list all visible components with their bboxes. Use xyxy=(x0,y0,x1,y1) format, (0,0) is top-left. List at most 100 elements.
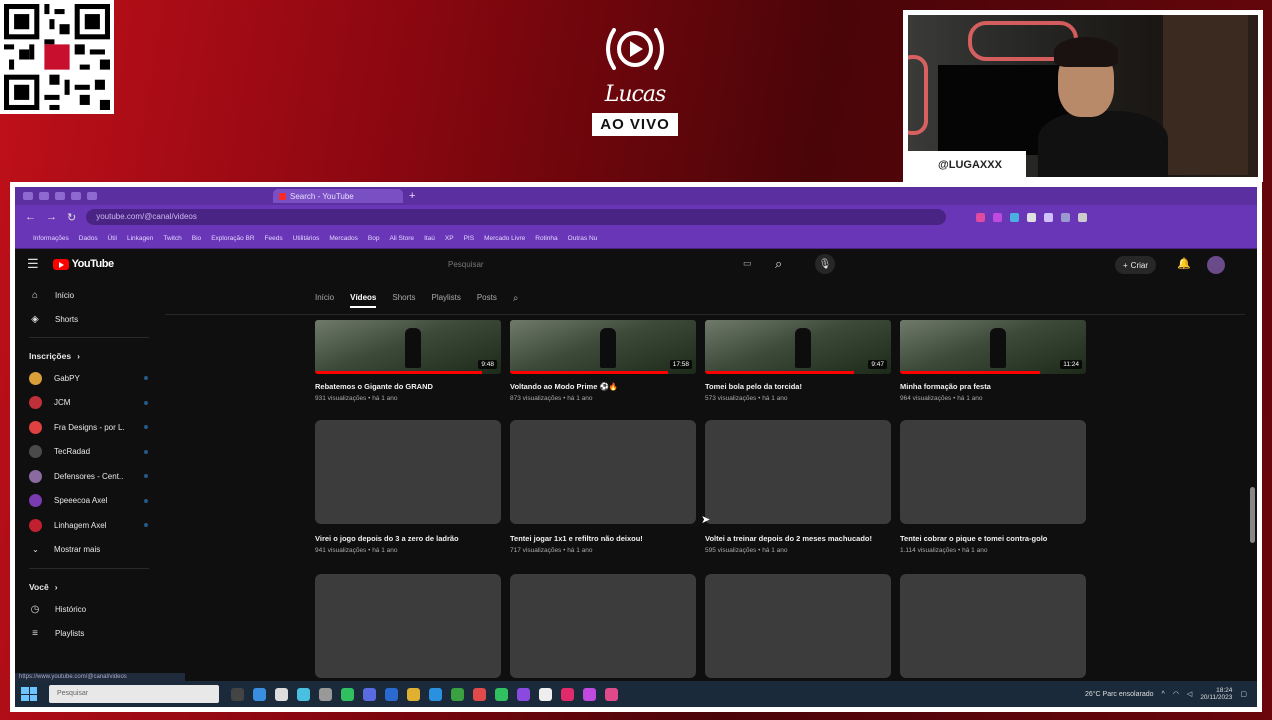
bookmark-item[interactable]: Ali Store xyxy=(389,235,414,242)
video-thumbnail[interactable]: 9:47 xyxy=(705,320,891,374)
video-card[interactable]: Tentei cobrar o pique e tomei contra-gol… xyxy=(900,420,1086,554)
video-card[interactable]: Voltei a treinar depois do 2 meses machu… xyxy=(705,420,891,554)
bookmark-item[interactable]: XP xyxy=(445,235,454,242)
create-button[interactable]: + Criar xyxy=(1115,256,1157,274)
back-arrow-icon[interactable]: ← xyxy=(25,211,36,223)
bookmark-item[interactable]: Rotinha xyxy=(535,235,557,242)
wifi-icon[interactable]: ◠ xyxy=(1173,690,1179,698)
video-thumbnail[interactable] xyxy=(705,574,891,678)
sidebar-item-home[interactable]: ⌂ Início xyxy=(29,283,155,307)
bookmark-item[interactable]: Mercado Livre xyxy=(484,235,525,242)
pinned-tab[interactable] xyxy=(87,192,97,200)
video-thumbnail[interactable] xyxy=(315,420,501,524)
word-icon[interactable] xyxy=(385,687,398,701)
photos-icon[interactable] xyxy=(297,687,310,701)
bookmark-item[interactable]: Dados xyxy=(79,235,98,242)
video-thumbnail[interactable]: 11:24 xyxy=(900,320,1086,374)
reload-icon[interactable]: ↻ xyxy=(67,211,76,224)
sidebar-subscription-item[interactable]: Defensores - Cent... xyxy=(29,464,155,489)
search-icon[interactable]: ⌕ xyxy=(775,256,782,272)
video-card[interactable]: Virei o jogo depois do 3 a zero de ladrã… xyxy=(315,420,501,554)
bookmark-item[interactable]: PIS xyxy=(464,235,474,242)
video-card[interactable]: 17:58 Voltando ao Modo Prime ⚽🔥 873 visual… xyxy=(510,320,696,402)
spotify-icon[interactable] xyxy=(495,687,508,701)
app-icon[interactable] xyxy=(561,687,574,701)
menu-icon[interactable]: ☰ xyxy=(27,256,39,272)
video-card[interactable]: 9:48 Rebatemos o Gigante do GRAND 931 visu… xyxy=(315,320,501,402)
sidebar-section-subscriptions[interactable]: Inscrições › xyxy=(29,346,155,366)
chrome-icon[interactable] xyxy=(275,687,288,701)
tray-chevron-icon[interactable]: ^ xyxy=(1162,691,1165,698)
video-title[interactable]: Minha formação pra festa xyxy=(900,382,1086,391)
active-tab[interactable]: Search - YouTube xyxy=(273,189,403,203)
bookmark-item[interactable]: Feeds xyxy=(265,235,283,242)
video-title[interactable]: Tentei jogar 1x1 e refiltro não deixou! xyxy=(510,534,696,543)
notifications-bell-icon[interactable]: 🔔 xyxy=(1177,257,1191,270)
video-title[interactable]: Voltando ao Modo Prime ⚽🔥 xyxy=(510,382,696,391)
bookmark-item[interactable]: Informações xyxy=(33,235,69,242)
pinned-tab[interactable] xyxy=(39,192,49,200)
bookmark-item[interactable]: Utilitários xyxy=(293,235,320,242)
extension-icon[interactable] xyxy=(1044,212,1054,222)
sidebar-item-shorts[interactable]: ◈ Shorts xyxy=(29,307,155,331)
search-input[interactable]: Pesquisar xyxy=(440,255,760,275)
microphone-icon[interactable]: 🎙 xyxy=(815,254,835,274)
channel-search-icon[interactable]: ⌕ xyxy=(513,293,519,308)
video-card[interactable] xyxy=(315,574,501,678)
video-title[interactable]: Tomei bola pelo da torcida! xyxy=(705,382,891,391)
discord-icon[interactable] xyxy=(363,687,376,701)
app-icon[interactable] xyxy=(605,687,618,701)
extension-icon[interactable] xyxy=(1010,212,1020,222)
bookmark-item[interactable]: Twitch xyxy=(163,235,181,242)
profile-icon[interactable] xyxy=(1078,212,1088,222)
bookmark-item[interactable]: Outras Nu xyxy=(568,235,598,242)
bookmark-item[interactable]: Útil xyxy=(108,235,117,242)
url-field[interactable]: youtube.com/@canal/videos xyxy=(86,209,947,225)
video-card[interactable]: 9:47 Tomei bola pelo da torcida! 573 visua… xyxy=(705,320,891,402)
edge-icon[interactable] xyxy=(253,687,266,701)
cast-icon[interactable]: ▭ xyxy=(743,258,752,269)
sidebar-section-you[interactable]: Você › xyxy=(29,577,155,597)
taskbar-clock[interactable]: 18:24 20/11/2023 xyxy=(1200,687,1232,702)
video-thumbnail[interactable] xyxy=(510,420,696,524)
video-title[interactable]: Rebatemos o Gigante do GRAND xyxy=(315,382,501,391)
channel-tab[interactable]: Posts xyxy=(477,293,497,308)
video-card[interactable]: 11:24 Minha formação pra festa 964 visuali… xyxy=(900,320,1086,402)
video-card[interactable] xyxy=(900,574,1086,678)
extension-icon[interactable] xyxy=(1027,212,1037,222)
folder-icon[interactable] xyxy=(407,687,420,701)
video-thumbnail[interactable] xyxy=(315,574,501,678)
sidebar-show-more[interactable]: ⌄ Mostrar mais xyxy=(29,538,155,563)
bookmark-item[interactable]: Bop xyxy=(368,235,380,242)
video-thumbnail[interactable]: 9:48 xyxy=(315,320,501,374)
mail-icon[interactable] xyxy=(429,687,442,701)
youtube-logo[interactable]: YouTube xyxy=(52,258,114,270)
taskbar-search-input[interactable]: Pesquisar xyxy=(49,685,219,703)
video-title[interactable]: Tentei cobrar o pique e tomei contra-gol… xyxy=(900,534,1086,543)
pinned-tab[interactable] xyxy=(23,192,33,200)
channel-tab[interactable]: Shorts xyxy=(392,293,415,308)
chrome-active-icon[interactable] xyxy=(473,687,486,701)
pinned-tab[interactable] xyxy=(71,192,81,200)
task-view-icon[interactable] xyxy=(231,687,244,701)
video-card[interactable] xyxy=(510,574,696,678)
app-icon[interactable] xyxy=(539,687,552,701)
weather-widget[interactable]: 26°C Parc ensolarado xyxy=(1085,691,1154,698)
video-thumbnail[interactable] xyxy=(900,420,1086,524)
settings-icon[interactable] xyxy=(319,687,332,701)
bookmark-item[interactable]: Mercados xyxy=(329,235,358,242)
pinned-tab[interactable] xyxy=(55,192,65,200)
sidebar-subscription-item[interactable]: TecRadad xyxy=(29,440,155,465)
app-icon[interactable] xyxy=(583,687,596,701)
sidebar-subscription-item[interactable]: Fra Designs - por L... xyxy=(29,415,155,440)
page-scrollbar[interactable] xyxy=(1250,487,1255,543)
channel-tab[interactable]: Início xyxy=(315,293,334,308)
bookmark-item[interactable]: Bio xyxy=(192,235,201,242)
bookmark-item[interactable]: Itaú xyxy=(424,235,435,242)
video-thumbnail[interactable] xyxy=(705,420,891,524)
channel-tab[interactable]: Playlists xyxy=(431,293,460,308)
new-tab-button[interactable]: + xyxy=(409,190,415,202)
sidebar-subscription-item[interactable]: Linhagem Axel xyxy=(29,513,155,538)
extension-icon[interactable] xyxy=(1061,212,1071,222)
video-thumbnail[interactable] xyxy=(510,574,696,678)
